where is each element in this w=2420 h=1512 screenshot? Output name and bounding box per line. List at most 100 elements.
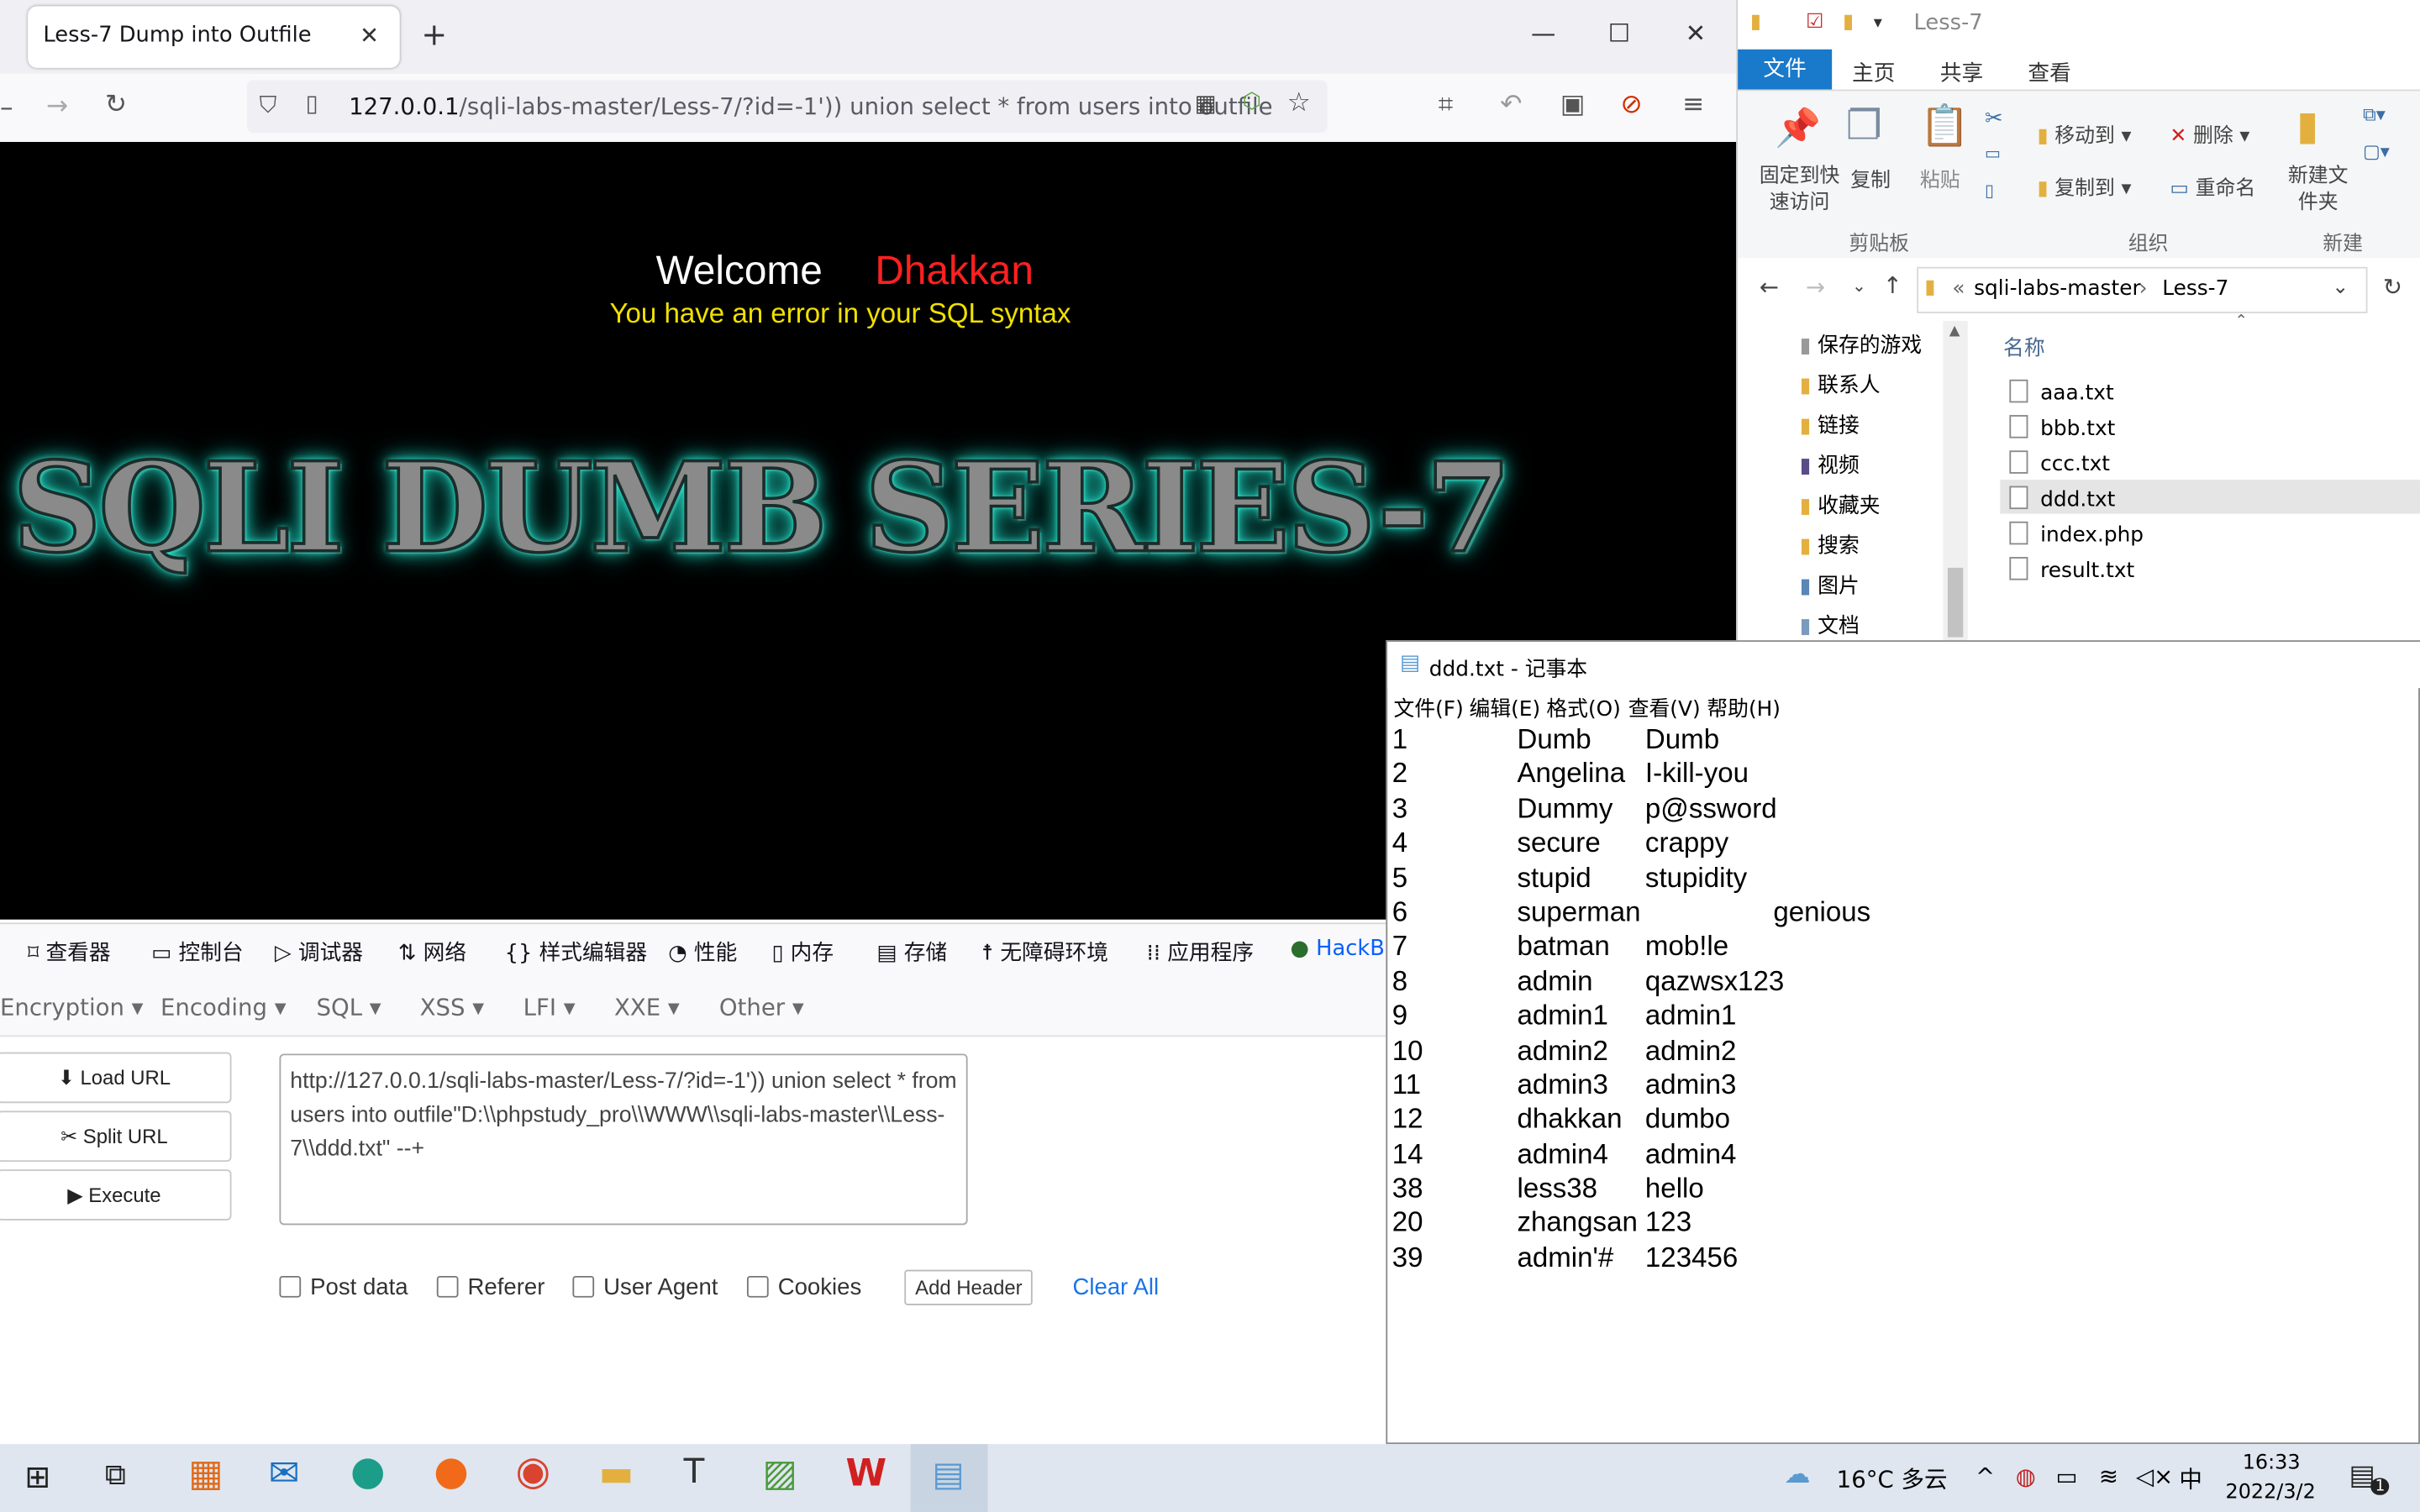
chrome-icon[interactable]: ◉ [509, 1449, 559, 1503]
menu-xxe[interactable]: XXE ▾ [614, 994, 680, 1021]
tab-console[interactable]: ▭ 控制台 [151, 937, 244, 968]
tab-memory[interactable]: ▯ 内存 [771, 937, 834, 968]
tab-application[interactable]: ⁞⁞ 应用程序 [1147, 937, 1254, 968]
tab-accessibility[interactable]: ☨ 无障碍环境 [981, 937, 1108, 968]
back-icon[interactable]: – [0, 92, 13, 123]
column-header-name[interactable]: 名称 [2003, 330, 2045, 360]
ribbon-tab-file[interactable]: 文件 [1738, 49, 1833, 90]
ribbon-tab-home[interactable]: 主页 [1852, 57, 1895, 88]
mail-icon[interactable]: ✉ [262, 1452, 312, 1503]
container-icon[interactable]: ▣ [1560, 90, 1586, 121]
tab-storage[interactable]: ▤ 存储 [876, 937, 947, 968]
forward-icon[interactable]: → [46, 91, 68, 122]
paste-shortcut-icon[interactable]: ▯ [1985, 181, 1994, 201]
file-item-selected[interactable]: ddd.txt [2009, 486, 2115, 512]
nav-item-videos[interactable]: ▮ 视频 [1800, 448, 1860, 478]
rename-button[interactable]: ▭ 重命名 [2170, 171, 2255, 201]
tab-network[interactable]: ⇅ 网络 [398, 937, 466, 968]
breadcrumb-sqli-labs-master[interactable]: sqli-labs-master [1974, 276, 2141, 301]
new-folder-button[interactable]: 新建文件夹 [2287, 164, 2349, 216]
reload-icon[interactable]: ↻ [105, 90, 127, 121]
blocker-extension-icon[interactable]: ⊘ [1621, 90, 1643, 121]
firefox-icon[interactable]: ● [428, 1449, 477, 1503]
nav-item-favorites[interactable]: ▮ 收藏夹 [1800, 487, 1881, 518]
qq-icon[interactable]: ◍ [2016, 1462, 2036, 1490]
ime-indicator[interactable]: 中 [2179, 1462, 2202, 1495]
maximize-icon[interactable]: ☐ [1608, 18, 1630, 48]
menu-edit[interactable]: 编辑(E) [1470, 691, 1541, 722]
tab-performance[interactable]: ◔ 性能 [668, 937, 737, 968]
volume-icon[interactable]: ◁× [2136, 1462, 2173, 1490]
referer-checkbox[interactable]: Referer [436, 1274, 544, 1300]
menu-other[interactable]: Other ▾ [719, 994, 804, 1021]
undo-icon[interactable]: ↶ [1500, 90, 1522, 121]
file-item[interactable]: bbb.txt [2009, 415, 2115, 441]
scroll-up-icon[interactable]: ▲ [1949, 324, 1960, 339]
bookmark-star-icon[interactable]: ☆ [1287, 88, 1311, 119]
menu-icon[interactable]: ≡ [1682, 90, 1704, 121]
close-window-icon[interactable]: ✕ [1686, 18, 1707, 48]
notepad-taskbar-icon[interactable]: ▤ [910, 1444, 988, 1512]
task-view-icon[interactable]: ⧉ [105, 1458, 126, 1492]
menu-encryption[interactable]: Encryption ▾ [0, 994, 144, 1021]
forward-icon[interactable]: → [1806, 273, 1825, 301]
edge-icon[interactable]: ● [345, 1449, 394, 1503]
new-folder-icon[interactable]: ▮ [2296, 103, 2318, 150]
copy-button[interactable]: 复制 [1850, 164, 1891, 193]
file-item[interactable]: aaa.txt [2009, 379, 2114, 406]
nav-scrollbar[interactable]: ▲ [1943, 321, 1968, 641]
breadcrumb-less-7[interactable]: Less-7 [2162, 276, 2228, 301]
new-folder-quick-icon[interactable]: ▮ [1843, 11, 1854, 34]
move-to-button[interactable]: ▮ 移动到 ▾ [2037, 118, 2131, 149]
nodejs-extension-icon[interactable]: ⬡ [1243, 90, 1261, 114]
store-icon[interactable]: ▦ [182, 1452, 232, 1503]
clock-date[interactable]: 2022/3/2 [2226, 1481, 2316, 1504]
wps-icon[interactable]: W [839, 1452, 889, 1503]
tab-inspector[interactable]: ⌑ 查看器 [28, 937, 111, 968]
menu-xss[interactable]: XSS ▾ [420, 994, 484, 1021]
load-url-button[interactable]: ⬇ Load URL [0, 1052, 232, 1104]
menu-help[interactable]: 帮助(H) [1707, 691, 1781, 722]
breadcrumb-overflow[interactable]: « [1952, 276, 1965, 301]
recent-dropdown-icon[interactable]: ⌄ [1852, 276, 1866, 297]
refresh-icon[interactable]: ↻ [2383, 273, 2402, 301]
nav-item-documents[interactable]: ▮ 文档 [1800, 608, 1860, 638]
copy-path-icon[interactable]: ▭ [1985, 144, 2001, 164]
clear-all-link[interactable]: Clear All [1073, 1274, 1160, 1300]
tray-expand-icon[interactable]: ^ [1975, 1462, 1995, 1490]
scrollbar-thumb[interactable] [1947, 567, 1964, 638]
paste-icon[interactable]: 📋 [1920, 103, 1970, 150]
tab-style-editor[interactable]: {} 样式编辑器 [505, 937, 647, 968]
nav-item-pictures[interactable]: ▮ 图片 [1800, 568, 1860, 598]
quick-access-dropdown-icon[interactable]: ▾ [1874, 13, 1882, 33]
file-item[interactable]: ccc.txt [2009, 450, 2110, 477]
copy-icon[interactable]: ❐ [1846, 103, 1882, 150]
hackbar-url-textarea[interactable]: http://127.0.0.1/sqli-labs-master/Less-7… [279, 1053, 968, 1226]
ribbon-tab-view[interactable]: 查看 [2028, 57, 2070, 88]
clock-time[interactable]: 16:33 [2243, 1452, 2301, 1475]
qr-code-icon[interactable]: ▦ [1195, 90, 1217, 118]
shield-icon[interactable]: ⛉ [260, 91, 277, 118]
easy-access-icon[interactable]: ▢▾ [2363, 140, 2390, 162]
weather-icon[interactable]: ☁ [1784, 1460, 1810, 1491]
cookies-checkbox[interactable]: Cookies [746, 1274, 861, 1300]
url-text[interactable]: 127.0.0.1/sqli-labs-master/Less-7/?id=-1… [349, 92, 1290, 120]
tab-debugger[interactable]: ▷ 调试器 [275, 937, 363, 968]
nav-item-links[interactable]: ▮ 链接 [1800, 407, 1860, 438]
weather-text[interactable]: 16°C 多云 [1837, 1462, 1948, 1495]
cut-icon[interactable]: ✂ [1985, 107, 2003, 131]
split-url-button[interactable]: ✂ Split URL [0, 1110, 232, 1163]
up-icon[interactable]: ↑ [1883, 271, 1902, 299]
file-item[interactable]: index.php [2009, 521, 2144, 548]
close-tab-icon[interactable]: ✕ [360, 22, 379, 50]
post-data-checkbox[interactable]: Post data [279, 1274, 408, 1300]
ribbon-tab-share[interactable]: 共享 [1940, 57, 1983, 88]
breadcrumb[interactable]: ▮ « sqli-labs-master › Less-7 ⌄ [1917, 266, 2368, 313]
chevron-down-icon[interactable]: ⌄ [2332, 276, 2349, 300]
url-bar[interactable]: ⛉ ▯ 127.0.0.1/sqli-labs-master/Less-7/?i… [246, 80, 1328, 133]
new-item-icon[interactable]: ⧉▾ [2363, 103, 2386, 127]
user-agent-checkbox[interactable]: User Agent [572, 1274, 718, 1300]
menu-file[interactable]: 文件(F) [1394, 691, 1464, 722]
copy-to-button[interactable]: ▮ 复制到 ▾ [2037, 171, 2131, 201]
typora-icon[interactable]: T [675, 1453, 724, 1503]
